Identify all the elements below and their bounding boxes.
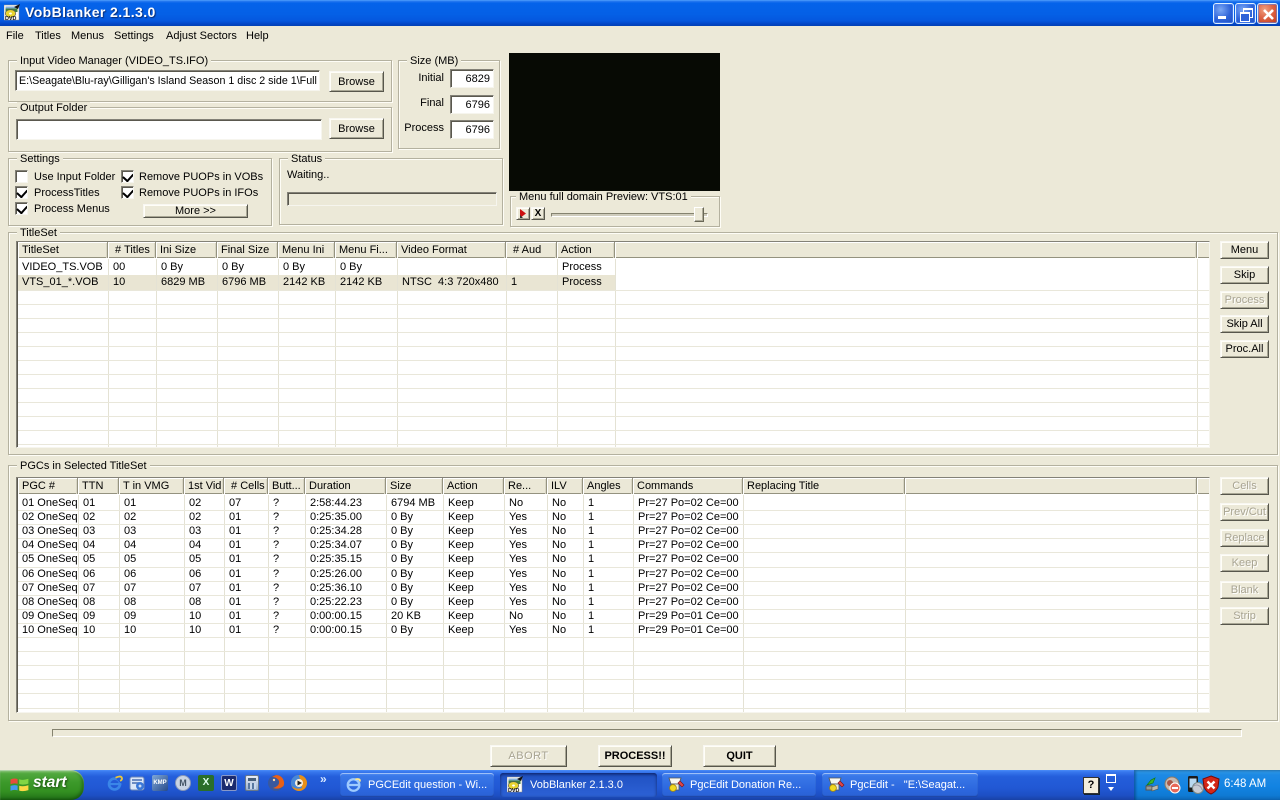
svg-text:DVD: DVD: [508, 788, 519, 793]
svg-text:DVD: DVD: [5, 16, 16, 21]
